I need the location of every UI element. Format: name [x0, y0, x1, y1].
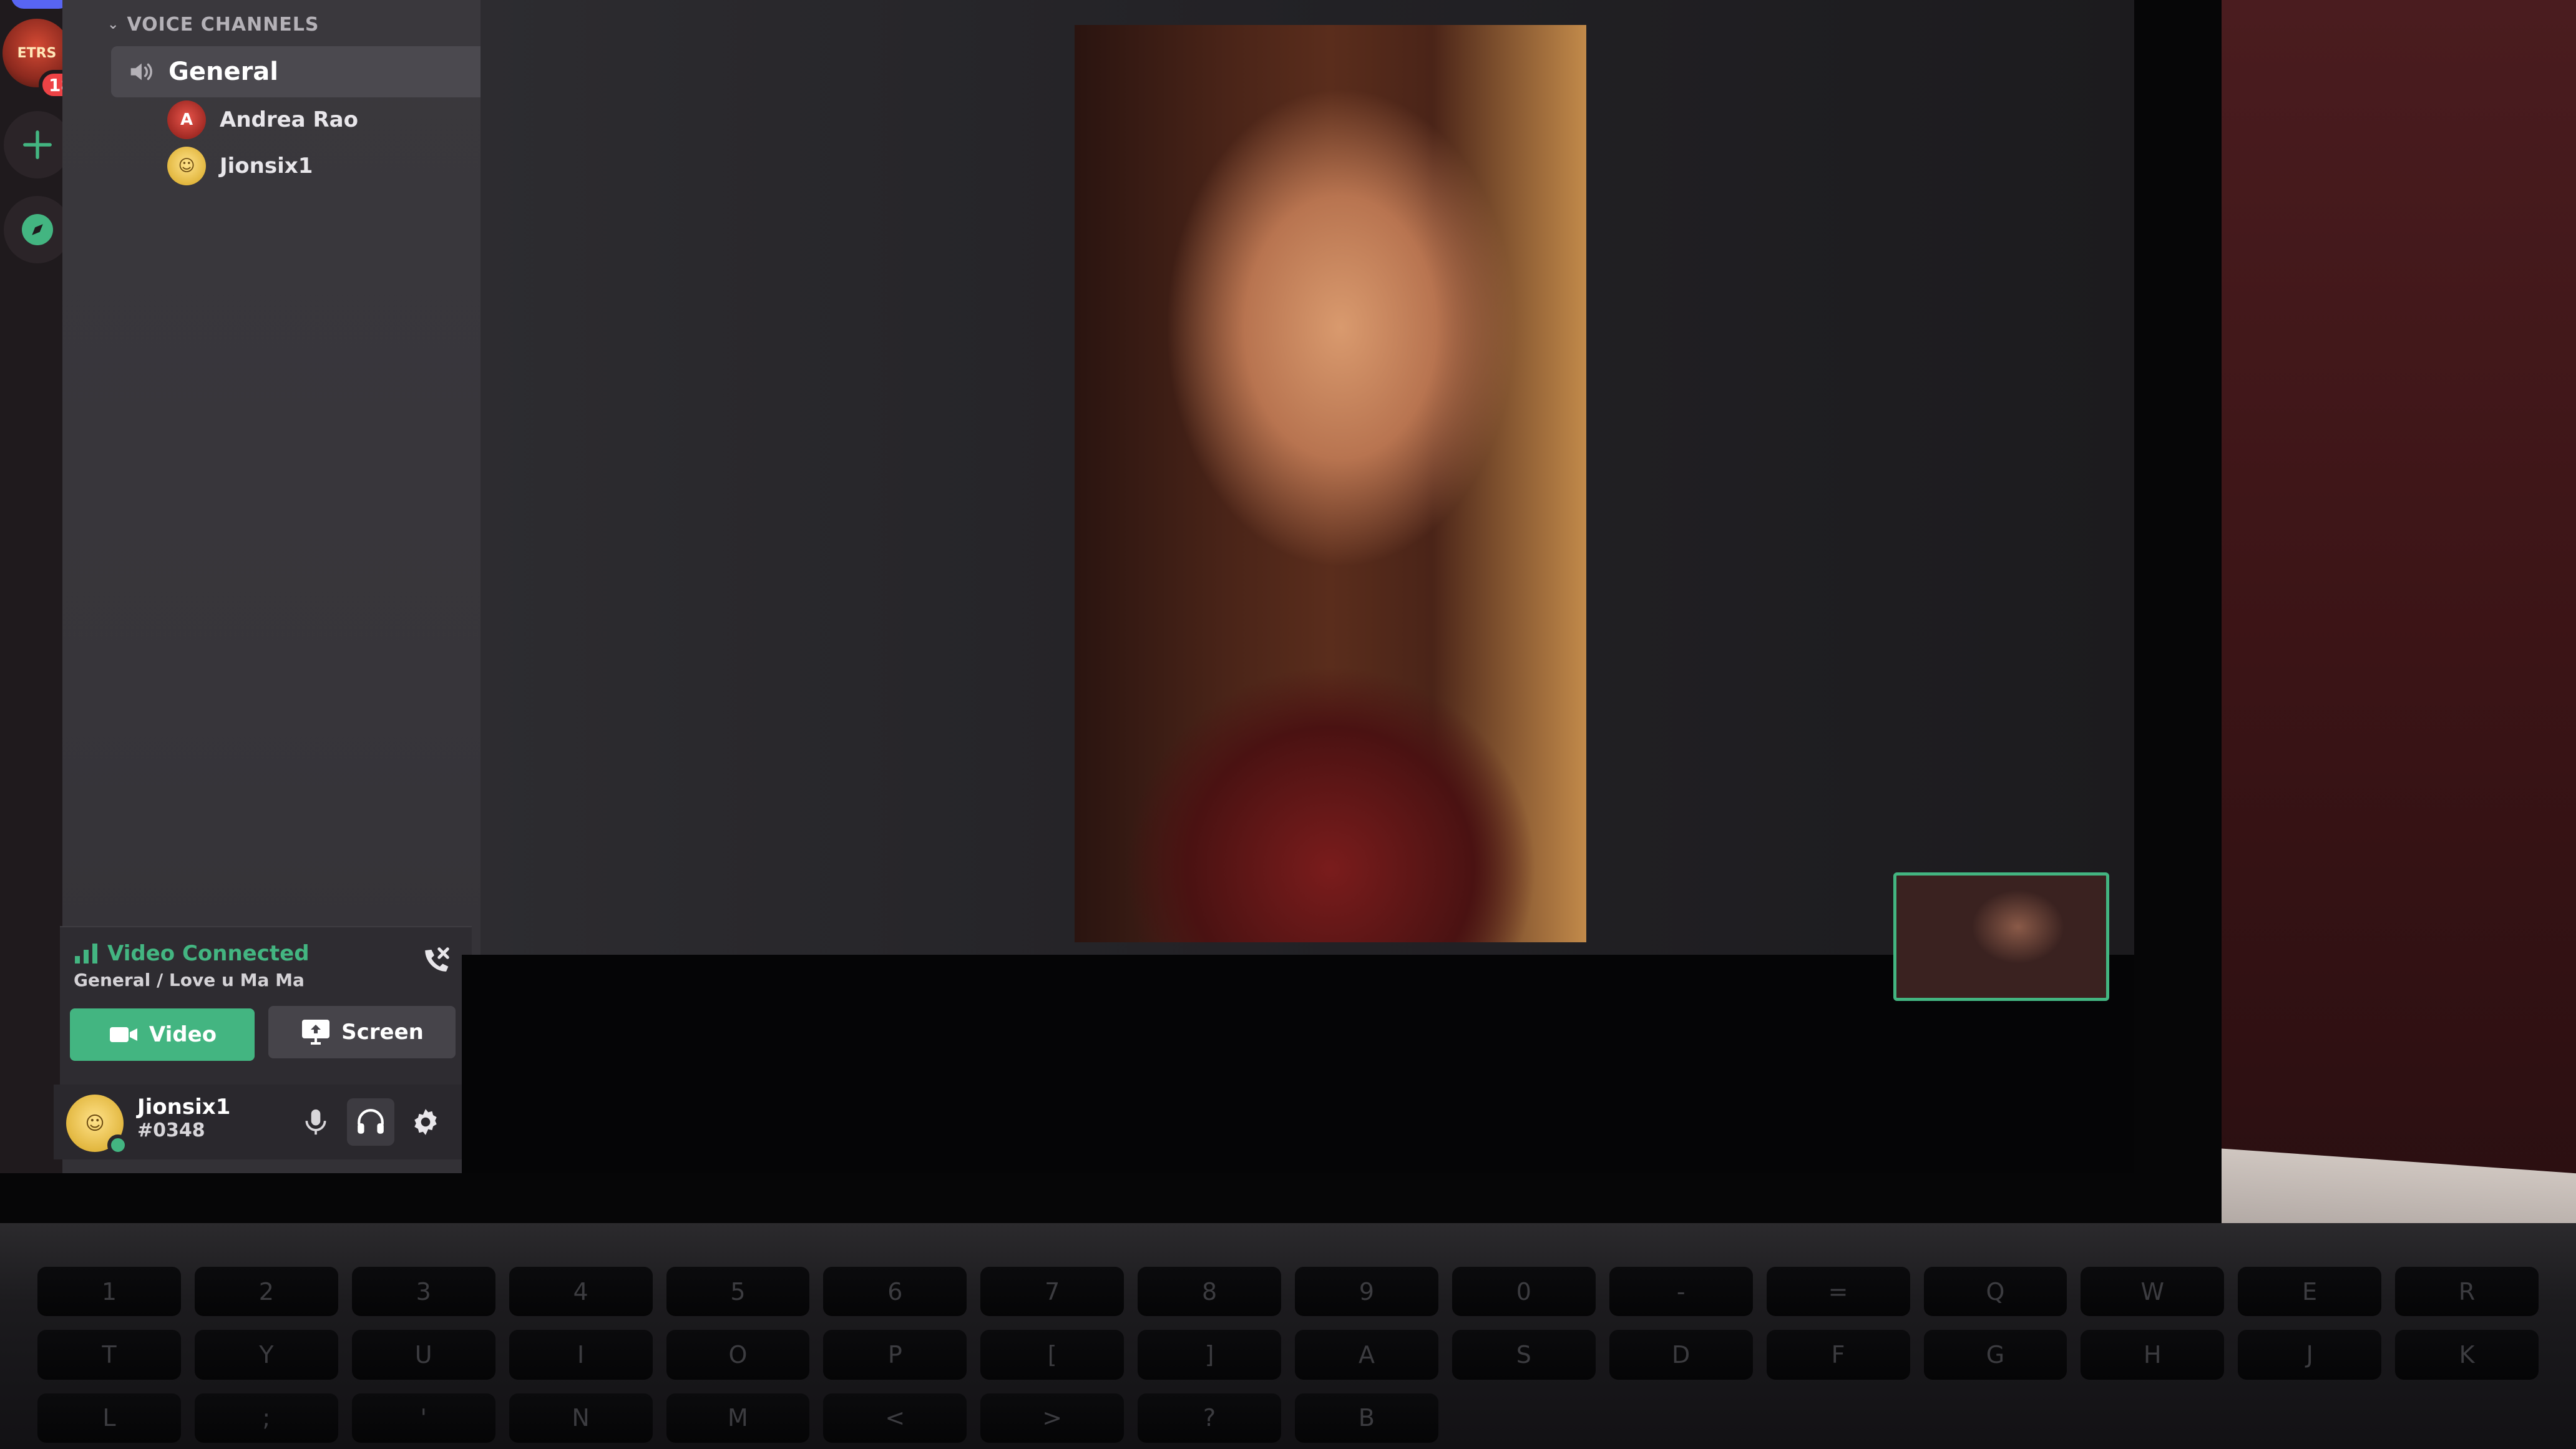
keyboard-key: J	[2238, 1330, 2382, 1380]
screen-share-button[interactable]: Screen	[268, 1006, 456, 1058]
avatar: A	[167, 100, 206, 139]
explore-servers-button[interactable]	[4, 196, 71, 263]
online-status-icon	[107, 1134, 129, 1156]
keyboard-key: A	[1295, 1330, 1438, 1380]
username: Jionsix1	[137, 1095, 231, 1120]
video-button-label: Video	[149, 1022, 217, 1047]
keyboard-key: 1	[37, 1267, 181, 1317]
connection-status[interactable]: Video Connected	[74, 941, 310, 966]
keyboard-key: -	[1609, 1267, 1753, 1317]
remote-video-feed[interactable]	[1075, 25, 1586, 942]
screen-button-label: Screen	[341, 1020, 424, 1045]
keyboard-key: M	[666, 1393, 810, 1443]
keyboard-key: T	[37, 1330, 181, 1380]
keyboard-key: 7	[980, 1267, 1125, 1317]
keyboard-key: 6	[823, 1267, 967, 1317]
microphone-icon	[305, 1109, 326, 1135]
channel-general[interactable]: General	[111, 46, 542, 97]
keyboard-key: E	[2238, 1267, 2382, 1317]
keyboard-key: 0	[1451, 1267, 1596, 1317]
screen-share-icon	[302, 1020, 330, 1045]
mute-button[interactable]	[292, 1098, 339, 1146]
stage-bottom-area	[462, 955, 2134, 1173]
keyboard-key: F	[1766, 1330, 1910, 1380]
keyboard-key: K	[2395, 1330, 2539, 1380]
voice-channels-category[interactable]: ⌄ VOICE CHANNELS	[107, 14, 320, 36]
speaker-icon	[130, 63, 152, 80]
user-settings-button[interactable]	[402, 1098, 449, 1146]
keyboard-key: <	[823, 1393, 967, 1443]
keyboard-key: ]	[1138, 1330, 1281, 1380]
headset-icon	[358, 1109, 384, 1134]
keyboard-key: 4	[509, 1267, 653, 1317]
channel-name: General	[168, 57, 278, 86]
keyboard-key: R	[2395, 1267, 2539, 1317]
disconnect-button[interactable]	[414, 941, 456, 982]
keyboard-key: >	[980, 1393, 1125, 1443]
keyboard-key: 9	[1295, 1267, 1438, 1317]
avatar: ☺	[167, 147, 206, 185]
keyboard-key: P	[823, 1330, 967, 1380]
keyboard-key: 3	[351, 1267, 495, 1317]
keyboard-key: I	[509, 1330, 653, 1380]
keyboard-key: L	[37, 1393, 181, 1443]
self-video-preview[interactable]	[1893, 872, 2109, 1001]
deafen-button[interactable]	[347, 1098, 394, 1146]
laptop-keyboard: 1 2 3 4 5 6 7 8 9 0- = Q W E R T Y U I O P [] A S D F G H J K L; ' N M < >?…	[0, 1261, 2576, 1449]
disconnect-icon	[425, 947, 449, 972]
keyboard-key: G	[1923, 1330, 2067, 1380]
keyboard-key: W	[2081, 1267, 2225, 1317]
user-tag: #0348	[137, 1120, 205, 1141]
add-server-button[interactable]	[4, 111, 71, 178]
keyboard-key: S	[1451, 1330, 1596, 1380]
keyboard-key: 2	[194, 1267, 338, 1317]
connection-location[interactable]: General / Love u Ma Ma	[74, 970, 305, 990]
voice-user-name: Jionsix1	[220, 154, 313, 178]
keyboard-key: H	[2081, 1330, 2225, 1380]
keyboard-key: '	[351, 1393, 495, 1443]
keyboard-key: D	[1609, 1330, 1753, 1380]
keyboard-key: U	[351, 1330, 495, 1380]
keyboard-key: B	[1295, 1393, 1438, 1443]
video-button[interactable]: Video	[70, 1008, 255, 1061]
user-panel: ☺ Jionsix1 #0348	[54, 1085, 469, 1159]
keyboard-key: O	[666, 1330, 810, 1380]
compass-icon	[22, 214, 53, 245]
category-label: VOICE CHANNELS	[127, 14, 320, 36]
keyboard-key: ?	[1138, 1393, 1281, 1443]
keyboard-key: [	[980, 1330, 1125, 1380]
keyboard-key: N	[509, 1393, 653, 1443]
add-server-icon	[23, 130, 52, 159]
keyboard-key: Q	[1923, 1267, 2067, 1317]
voice-connection-panel: Video Connected General / Love u Ma Ma V…	[60, 926, 472, 1088]
keyboard-key: ;	[194, 1393, 338, 1443]
keyboard-key: 8	[1138, 1267, 1281, 1317]
laptop-screen: ETRS 18 ⌄ VOICE CHANNELS General A Andre…	[0, 0, 2134, 1173]
keyboard-key: 5	[666, 1267, 810, 1317]
voice-user-name: Andrea Rao	[220, 107, 358, 132]
connection-status-label: Video Connected	[107, 941, 310, 966]
settings-gear-icon	[414, 1109, 437, 1135]
signal-icon	[75, 944, 97, 964]
keyboard-key: =	[1766, 1267, 1910, 1317]
camera-icon	[109, 1027, 137, 1042]
keyboard-key: Y	[194, 1330, 338, 1380]
chevron-down-icon: ⌄	[107, 17, 120, 32]
server-icon-text: ETRS	[17, 45, 57, 61]
